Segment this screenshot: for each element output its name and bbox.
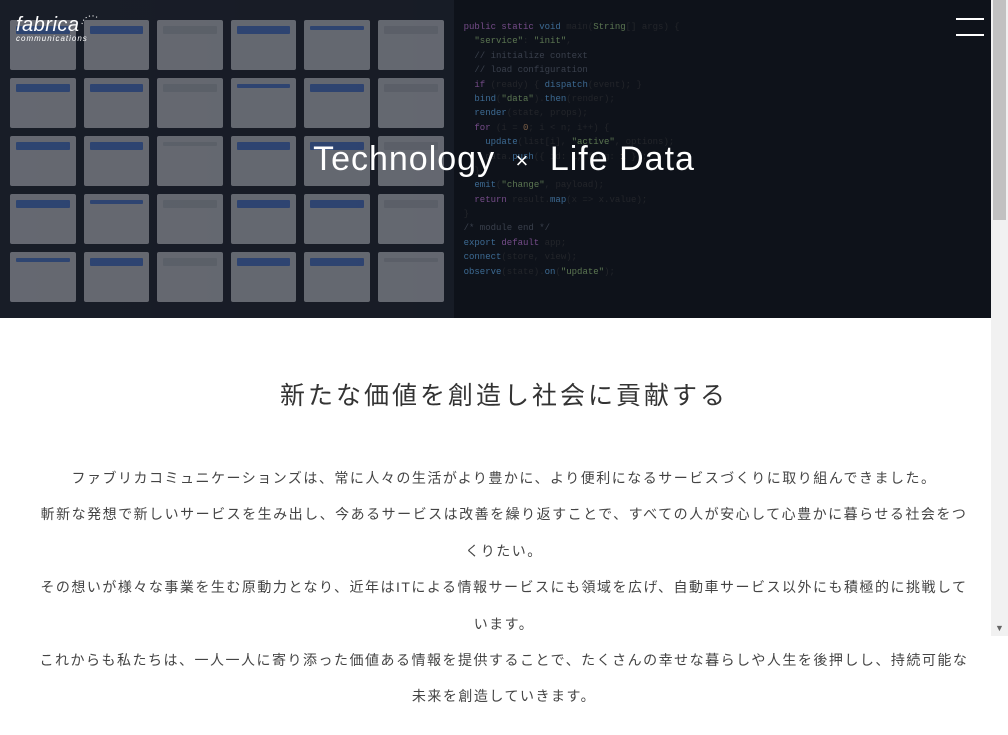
body-paragraph: 斬新な発想で新しいサービスを生み出し、今あるサービスは改善を繰り返すことで、すべ… [34,496,974,569]
body-paragraph: これからも私たちは、一人一人に寄り添った価値ある情報を提供することで、たくさんの… [34,642,974,715]
hero-title: Technology × Life Data [313,140,695,179]
logo-arc-icon [78,8,102,32]
body-paragraph: ファブリカコミュニケーションズは、常に人々の生活がより豊かに、より便利になるサー… [34,460,974,496]
logo-text: fabrica [16,14,80,36]
body-paragraph: その想いが様々な事業を生む原動力となり、近年はITによる情報サービスにも領域を広… [34,569,974,642]
hero-title-separator: × [516,148,530,173]
hero-section: public static void main(String[] args) {… [0,0,1008,318]
hero-title-right: Life Data [550,140,695,178]
scrollbar[interactable]: ▲ ▼ [991,0,1008,636]
content-section: 新たな価値を創造し社会に貢献する ファブリカコミュニケーションズは、常に人々の生… [14,318,994,735]
section-heading: 新たな価値を創造し社会に貢献する [34,376,974,412]
hero-title-left: Technology [313,140,495,178]
scrollbar-thumb[interactable] [993,0,1006,220]
logo[interactable]: fabrica communications [16,14,88,43]
hamburger-menu-icon[interactable] [956,18,984,36]
scroll-down-icon[interactable]: ▼ [991,619,1008,636]
